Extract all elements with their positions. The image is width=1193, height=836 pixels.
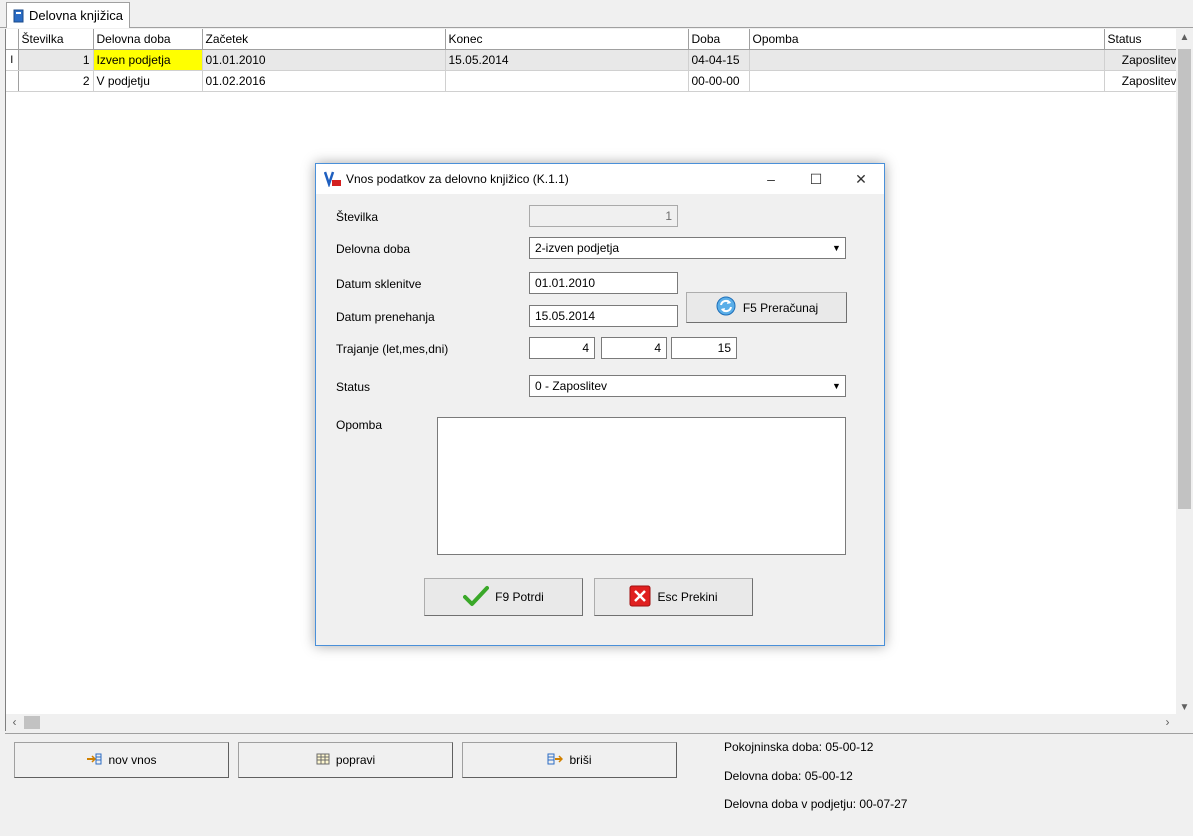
table-row[interactable]: 2 V podjetju 01.02.2016 00-00-00 Zaposli… <box>6 70 1181 92</box>
row-indicator: I <box>6 49 19 71</box>
recalculate-button[interactable]: F5 Preračunaj <box>686 292 847 323</box>
trajanje-mes-field[interactable]: 4 <box>601 337 667 359</box>
status-select[interactable]: 0 - Zaposlitev ▼ <box>529 375 846 397</box>
status-value: 0 - Zaposlitev <box>535 379 608 393</box>
trajanje-dni-field[interactable]: 15 <box>671 337 737 359</box>
work-period-text: Delovna doba: 05-00-12 <box>724 769 853 783</box>
cell-zacetek[interactable]: 01.02.2016 <box>202 70 446 92</box>
header-stevilka[interactable]: Številka <box>18 29 94 50</box>
delovna-doba-label: Delovna doba <box>336 242 411 256</box>
header-indicator <box>6 29 19 50</box>
scroll-left-icon[interactable]: ‹ <box>6 714 23 731</box>
opomba-textarea[interactable] <box>437 417 846 555</box>
opomba-label: Opomba <box>336 418 383 432</box>
tab-delovna-knjizica[interactable]: Delovna knjižica <box>6 2 130 28</box>
cancel-label: Esc Prekini <box>657 590 718 604</box>
cell-konec[interactable]: 15.05.2014 <box>445 49 689 71</box>
pension-period-text: Pokojninska doba: 05-00-12 <box>724 740 874 754</box>
table-icon <box>316 753 330 768</box>
cell-opomba[interactable] <box>749 49 1105 71</box>
tab-strip: Delovna knjižica <box>0 0 1193 28</box>
header-zacetek[interactable]: Začetek <box>202 29 446 50</box>
cell-opomba[interactable] <box>749 70 1105 92</box>
delete-row-icon <box>547 753 564 768</box>
scroll-down-icon[interactable]: ▼ <box>1176 699 1193 716</box>
cell-stevilka[interactable]: 1 <box>18 49 94 71</box>
checkmark-icon <box>463 585 490 610</box>
datum-sklenitve-label: Datum sklenitve <box>336 277 422 291</box>
minimize-icon[interactable]: – <box>748 164 794 194</box>
close-icon[interactable]: ✕ <box>838 164 884 194</box>
cell-status[interactable]: Zaposlitev <box>1104 70 1181 92</box>
table-row[interactable]: I 1 Izven podjetja 01.01.2010 15.05.2014… <box>6 49 1181 71</box>
dialog-title: Vnos podatkov za delovno knjižico (K.1.1… <box>346 172 569 186</box>
tab-label: Delovna knjižica <box>29 8 123 23</box>
row-indicator <box>6 70 19 92</box>
scroll-up-icon[interactable]: ▲ <box>1176 29 1193 46</box>
confirm-label: F9 Potrdi <box>495 590 544 604</box>
app-logo-icon <box>323 171 342 188</box>
cell-zacetek[interactable]: 01.01.2010 <box>202 49 446 71</box>
datum-prenehanja-field[interactable]: 15.05.2014 <box>529 305 678 327</box>
refresh-icon <box>715 295 737 320</box>
cell-delovna-doba[interactable]: V podjetju <box>93 70 203 92</box>
confirm-button[interactable]: F9 Potrdi <box>424 578 583 616</box>
cell-doba[interactable]: 00-00-00 <box>688 70 750 92</box>
header-delovna-doba[interactable]: Delovna doba <box>93 29 203 50</box>
datum-sklenitve-field[interactable]: 01.01.2010 <box>529 272 678 294</box>
new-entry-label: nov vnos <box>108 753 157 767</box>
add-row-icon <box>86 753 102 768</box>
trajanje-let-field[interactable]: 4 <box>529 337 595 359</box>
header-opomba[interactable]: Opomba <box>749 29 1105 50</box>
chevron-down-icon[interactable]: ▼ <box>828 238 845 258</box>
vertical-scrollbar[interactable]: ▲ ▼ <box>1176 29 1193 716</box>
company-work-period-text: Delovna doba v podjetju: 00-07-27 <box>724 797 908 811</box>
horizontal-scroll-thumb[interactable] <box>24 716 40 729</box>
cell-stevilka[interactable]: 2 <box>18 70 94 92</box>
stevilka-label: Številka <box>336 210 379 224</box>
delovna-doba-select[interactable]: 2-izven podjetja ▼ <box>529 237 846 259</box>
cancel-icon <box>629 585 651 610</box>
chevron-down-icon[interactable]: ▼ <box>828 376 845 396</box>
cell-doba[interactable]: 04-04-15 <box>688 49 750 71</box>
maximize-icon[interactable]: ☐ <box>793 164 839 194</box>
entry-dialog: Vnos podatkov za delovno knjižico (K.1.1… <box>315 163 885 646</box>
recalculate-label: F5 Preračunaj <box>742 300 819 315</box>
horizontal-scrollbar[interactable]: ‹ › <box>5 714 1176 731</box>
cancel-button[interactable]: Esc Prekini <box>594 578 753 616</box>
new-entry-button[interactable]: nov vnos <box>14 742 229 778</box>
trajanje-label: Trajanje (let,mes,dni) <box>336 342 449 356</box>
stevilka-field: 1 <box>529 205 678 227</box>
edit-button[interactable]: popravi <box>238 742 453 778</box>
scroll-right-icon[interactable]: › <box>1159 714 1176 731</box>
header-status[interactable]: Status <box>1104 29 1181 50</box>
edit-label: popravi <box>335 753 376 767</box>
dialog-titlebar[interactable]: Vnos podatkov za delovno knjižico (K.1.1… <box>316 164 884 194</box>
delete-button[interactable]: briši <box>462 742 677 778</box>
vertical-scroll-thumb[interactable] <box>1178 49 1191 509</box>
header-doba[interactable]: Doba <box>688 29 750 50</box>
bottom-toolbar: nov vnos popravi briši Pokojninska doba:… <box>5 733 1193 833</box>
delovna-doba-value: 2-izven podjetja <box>535 241 620 255</box>
header-konec[interactable]: Konec <box>445 29 689 50</box>
datum-prenehanja-label: Datum prenehanja <box>336 310 435 324</box>
book-icon <box>13 9 25 23</box>
cell-delovna-doba[interactable]: Izven podjetja <box>93 49 203 71</box>
status-label: Status <box>336 380 371 394</box>
cell-status[interactable]: Zaposlitev <box>1104 49 1181 71</box>
delete-label: briši <box>569 753 592 767</box>
cell-konec[interactable] <box>445 70 689 92</box>
